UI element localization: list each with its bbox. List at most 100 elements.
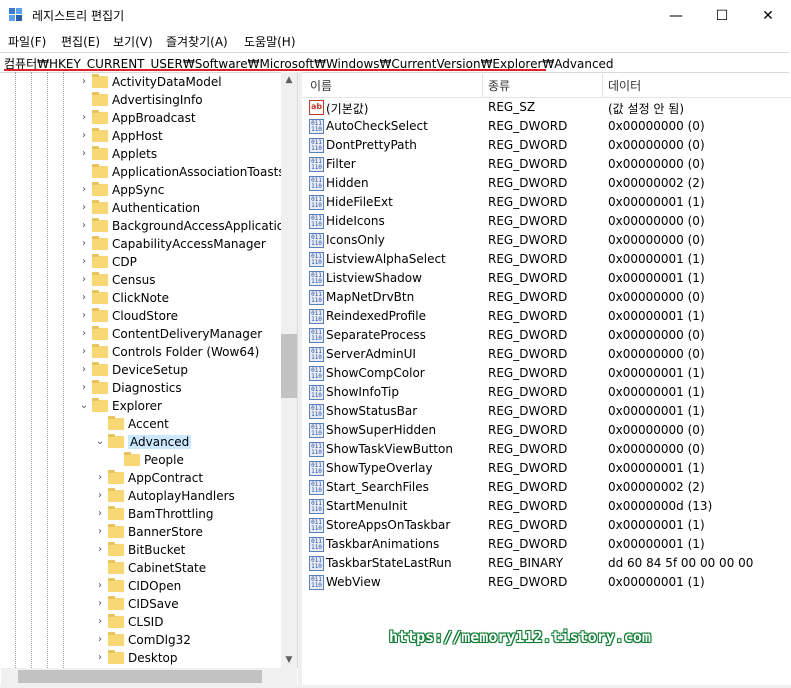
value-row[interactable]: 011 110 ShowStatusBar REG_DWORD 0x00000001 … <box>302 402 791 421</box>
chevron-right-icon[interactable]: › <box>79 76 89 88</box>
column-data-header[interactable]: 데이터 <box>608 77 641 94</box>
tree-item-appsync[interactable]: › AppSync <box>1 181 281 199</box>
tree-item-bamthrottling[interactable]: › BamThrottling <box>1 505 281 523</box>
chevron-right-icon[interactable]: › <box>79 382 89 394</box>
tree-item-cdp[interactable]: › CDP <box>1 253 281 271</box>
tree-item-capabilityaccessmanager[interactable]: › CapabilityAccessManager <box>1 235 281 253</box>
tree-item-accent[interactable]: Accent <box>1 415 281 433</box>
tree-item-people[interactable]: People <box>1 451 281 469</box>
tree-item-autoplayhandlers[interactable]: › AutoplayHandlers <box>1 487 281 505</box>
chevron-right-icon[interactable]: › <box>95 508 105 520</box>
maximize-button[interactable]: ☐ <box>699 0 745 31</box>
chevron-right-icon[interactable]: › <box>79 346 89 358</box>
tree-item-authentication[interactable]: › Authentication <box>1 199 281 217</box>
chevron-right-icon[interactable]: › <box>95 580 105 592</box>
tree-item-controls-folder-wow64-[interactable]: › Controls Folder (Wow64) <box>1 343 281 361</box>
column-name-header[interactable]: 이름 <box>310 77 332 94</box>
tree-item-desktop[interactable]: › Desktop <box>1 649 281 667</box>
chevron-right-icon[interactable]: › <box>79 292 89 304</box>
value-row[interactable]: 011 110 ListviewShadow REG_DWORD 0x00000001… <box>302 269 791 288</box>
chevron-right-icon[interactable]: › <box>79 202 89 214</box>
chevron-down-icon[interactable]: ⌄ <box>79 400 89 412</box>
value-row[interactable]: 011 110 StoreAppsOnTaskbar REG_DWORD 0x0000… <box>302 516 791 535</box>
value-row[interactable]: 011 110 Filter REG_DWORD 0x00000000 (0) <box>302 155 791 174</box>
value-row[interactable]: 011 110 TaskbarStateLastRun REG_BINARY dd 6… <box>302 554 791 573</box>
tree-item-applicationassociationtoasts[interactable]: ApplicationAssociationToasts <box>1 163 285 181</box>
tree-item-backgroundaccessapplications[interactable]: › BackgroundAccessApplications <box>1 217 297 235</box>
value-row[interactable]: 011 110 Hidden REG_DWORD 0x00000002 (2) <box>302 174 791 193</box>
chevron-right-icon[interactable]: › <box>95 598 105 610</box>
tree-item-cidsave[interactable]: › CIDSave <box>1 595 281 613</box>
chevron-right-icon[interactable]: › <box>79 130 89 142</box>
chevron-right-icon[interactable]: › <box>95 490 105 502</box>
close-button[interactable]: ✕ <box>745 0 791 31</box>
tree-item-comdlg32[interactable]: › ComDlg32 <box>1 631 281 649</box>
tree-item-devicesetup[interactable]: › DeviceSetup <box>1 361 281 379</box>
chevron-right-icon[interactable]: › <box>95 544 105 556</box>
tree-item-diagnostics[interactable]: › Diagnostics <box>1 379 281 397</box>
tree-item-apphost[interactable]: › AppHost <box>1 127 281 145</box>
tree-item-bannerstore[interactable]: › BannerStore <box>1 523 281 541</box>
chevron-right-icon[interactable]: › <box>79 328 89 340</box>
column-type-header[interactable]: 종류 <box>488 77 510 94</box>
value-row[interactable]: 011 110 StartMenuInit REG_DWORD 0x0000000d … <box>302 497 791 516</box>
tree-item-clicknote[interactable]: › ClickNote <box>1 289 281 307</box>
value-row[interactable]: 011 110 WebView REG_DWORD 0x00000001 (1) <box>302 573 791 592</box>
value-row[interactable]: 011 110 MapNetDrvBtn REG_DWORD 0x00000000 (… <box>302 288 791 307</box>
tree-item-clsid[interactable]: › CLSID <box>1 613 281 631</box>
chevron-right-icon[interactable]: › <box>79 256 89 268</box>
tree-item-contentdeliverymanager[interactable]: › ContentDeliveryManager <box>1 325 281 343</box>
value-row[interactable]: 011 110 HideFileExt REG_DWORD 0x00000001 (1… <box>302 193 791 212</box>
menu-edit[interactable]: 편집(E) <box>61 33 100 50</box>
address-bar[interactable]: 컴퓨터₩HKEY_CURRENT_USER₩Software₩Microsoft… <box>0 52 789 73</box>
scroll-down-icon[interactable]: ▼ <box>281 652 297 668</box>
chevron-right-icon[interactable]: › <box>79 274 89 286</box>
tree-hscroll-thumb[interactable] <box>18 670 262 683</box>
value-row[interactable]: 011 110 ShowInfoTip REG_DWORD 0x00000001 (1… <box>302 383 791 402</box>
value-row[interactable]: 011 110 ShowCompColor REG_DWORD 0x00000001 … <box>302 364 791 383</box>
value-row[interactable]: ab (기본값) REG_SZ (값 설정 안 됨) <box>302 98 791 117</box>
tree-item-activitydatamodel[interactable]: › ActivityDataModel <box>1 73 281 91</box>
tree-item-explorer[interactable]: ⌄ Explorer <box>1 397 281 415</box>
tree-vertical-scrollbar[interactable]: ▲ ▼ <box>281 72 297 668</box>
tree-horizontal-scrollbar[interactable] <box>1 668 297 685</box>
minimize-button[interactable]: — <box>653 0 699 31</box>
tree-item-cidopen[interactable]: › CIDOpen <box>1 577 281 595</box>
chevron-right-icon[interactable]: › <box>95 472 105 484</box>
scroll-up-icon[interactable]: ▲ <box>281 72 297 88</box>
column-divider[interactable] <box>602 72 603 97</box>
tree-scroll-thumb[interactable] <box>281 334 297 398</box>
tree-item-advertisinginfo[interactable]: AdvertisingInfo <box>1 91 281 109</box>
chevron-right-icon[interactable]: › <box>79 238 89 250</box>
chevron-right-icon[interactable]: › <box>79 310 89 322</box>
value-row[interactable]: 011 110 ReindexedProfile REG_DWORD 0x000000… <box>302 307 791 326</box>
chevron-right-icon[interactable]: › <box>79 112 89 124</box>
value-row[interactable]: 011 110 TaskbarAnimations REG_DWORD 0x00000… <box>302 535 791 554</box>
tree-item-applets[interactable]: › Applets <box>1 145 281 163</box>
menu-file[interactable]: 파일(F) <box>8 33 46 50</box>
value-row[interactable]: 011 110 SeparateProcess REG_DWORD 0x0000000… <box>302 326 791 345</box>
tree-item-bitbucket[interactable]: › BitBucket <box>1 541 281 559</box>
tree-item-appbroadcast[interactable]: › AppBroadcast <box>1 109 281 127</box>
value-row[interactable]: 011 110 ListviewAlphaSelect REG_DWORD 0x000… <box>302 250 791 269</box>
value-row[interactable]: 011 110 ShowTypeOverlay REG_DWORD 0x0000000… <box>302 459 791 478</box>
chevron-right-icon[interactable]: › <box>95 526 105 538</box>
value-row[interactable]: 011 110 ShowSuperHidden REG_DWORD 0x0000000… <box>302 421 791 440</box>
chevron-right-icon[interactable]: › <box>79 184 89 196</box>
tree-item-appcontract[interactable]: › AppContract <box>1 469 281 487</box>
chevron-right-icon[interactable]: › <box>79 220 89 232</box>
chevron-right-icon[interactable]: › <box>95 652 105 664</box>
value-row[interactable]: 011 110 ServerAdminUI REG_DWORD 0x00000000 … <box>302 345 791 364</box>
menu-help[interactable]: 도움말(H) <box>244 33 296 50</box>
column-divider[interactable] <box>482 72 483 97</box>
value-row[interactable]: 011 110 HideIcons REG_DWORD 0x00000000 (0) <box>302 212 791 231</box>
chevron-right-icon[interactable]: › <box>79 148 89 160</box>
value-row[interactable]: 011 110 IconsOnly REG_DWORD 0x00000000 (0) <box>302 231 791 250</box>
menu-favorites[interactable]: 즐겨찾기(A) <box>166 33 228 50</box>
chevron-down-icon[interactable]: ⌄ <box>95 436 105 448</box>
value-row[interactable]: 011 110 AutoCheckSelect REG_DWORD 0x0000000… <box>302 117 791 136</box>
tree-item-advanced[interactable]: ⌄ Advanced <box>1 433 281 451</box>
tree-item-cabinetstate[interactable]: CabinetState <box>1 559 281 577</box>
chevron-right-icon[interactable]: › <box>79 364 89 376</box>
tree-item-cloudstore[interactable]: › CloudStore <box>1 307 281 325</box>
